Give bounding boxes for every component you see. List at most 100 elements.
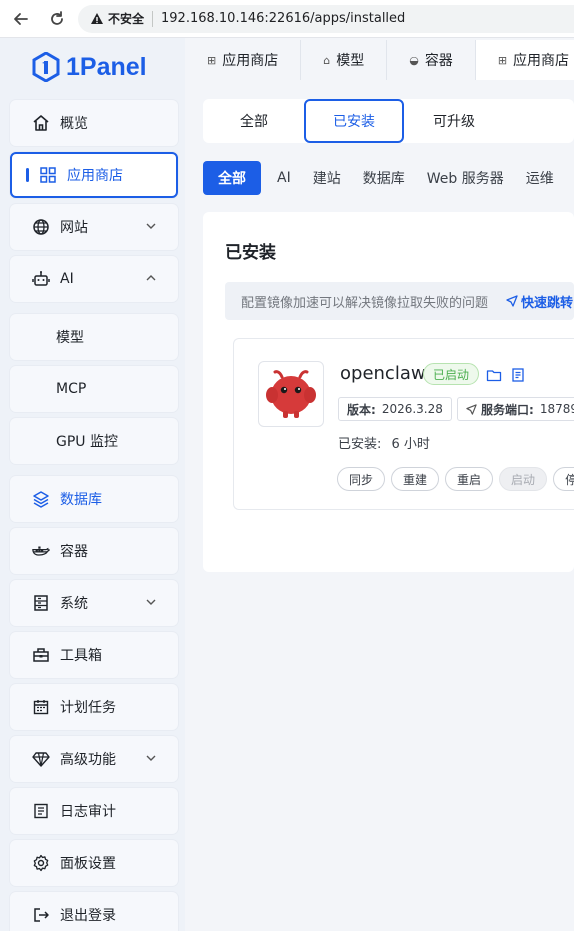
active-indicator bbox=[26, 168, 29, 182]
mirror-tip: 配置镜像加速可以解决镜像拉取失败的问题 快速跳转 bbox=[225, 282, 574, 320]
sidebar-item-label: 高级功能 bbox=[60, 752, 116, 768]
gear-icon bbox=[32, 854, 50, 872]
tab-label: 容器 bbox=[424, 53, 453, 69]
sidebar-item-model[interactable]: 模型 bbox=[10, 314, 178, 360]
folder-icon[interactable] bbox=[486, 367, 502, 383]
tip-text: 配置镜像加速可以解决镜像拉取失败的问题 bbox=[241, 295, 489, 311]
tab-label: 应用商店 bbox=[222, 53, 279, 69]
docker-icon bbox=[32, 542, 50, 560]
tab-app-store-2[interactable]: ⊞ 应用商店 bbox=[475, 40, 574, 80]
app-icon[interactable] bbox=[258, 361, 324, 427]
tip-link-label: 快速跳转 bbox=[521, 295, 574, 311]
navigate-icon bbox=[506, 295, 518, 307]
tab-label: 模型 bbox=[336, 53, 365, 69]
category-ai[interactable]: AI bbox=[277, 170, 291, 186]
logo-icon bbox=[32, 52, 60, 82]
top-tab-bar: ⊞ 应用商店 ⌂ 模型 ◒ 容器 ⊞ 应用商店 bbox=[185, 40, 574, 80]
port-tag[interactable]: 服务端口: 18789 bbox=[457, 397, 574, 421]
status-badge: 已启动 bbox=[423, 363, 480, 385]
installed-value: 6 小时 bbox=[391, 437, 430, 452]
server-icon bbox=[32, 594, 50, 612]
logo-text: 1Panel bbox=[66, 52, 147, 81]
navigate-icon bbox=[466, 403, 477, 415]
layers-icon bbox=[32, 490, 50, 508]
sidebar-item-system[interactable]: 系统 bbox=[10, 580, 178, 626]
app-actions: 同步 重建 重启 启动 停止 bbox=[337, 467, 574, 491]
sidebar-item-logs[interactable]: 日志审计 bbox=[10, 788, 178, 834]
sidebar-item-gpu-monitor[interactable]: GPU 监控 bbox=[10, 418, 178, 464]
restart-button[interactable]: 重启 bbox=[445, 467, 494, 491]
category-filter: 全部 AI 建站 数据库 Web 服务器 运维 bbox=[203, 161, 574, 195]
sidebar-item-cron-tasks[interactable]: 计划任务 bbox=[10, 684, 178, 730]
sidebar-item-label: 应用商店 bbox=[67, 168, 123, 184]
segment-upgradable[interactable]: 可升级 bbox=[403, 99, 505, 143]
segment-all[interactable]: 全部 bbox=[203, 99, 305, 143]
sidebar-item-overview[interactable]: 概览 bbox=[10, 100, 178, 146]
stop-button[interactable]: 停止 bbox=[553, 467, 574, 491]
back-icon[interactable] bbox=[10, 8, 32, 30]
category-website[interactable]: 建站 bbox=[313, 168, 341, 188]
openclaw-logo-icon bbox=[266, 370, 316, 418]
version-tag: 版本: 2026.3.28 bbox=[338, 397, 452, 421]
sidebar-item-label: 网站 bbox=[60, 220, 88, 236]
sidebar-item-label: 数据库 bbox=[60, 492, 102, 508]
sync-button[interactable]: 同步 bbox=[337, 467, 386, 491]
sidebar-item-mcp[interactable]: MCP bbox=[10, 366, 178, 412]
address-bar[interactable]: 不安全 192.168.10.146:22616/apps/installed bbox=[78, 4, 574, 33]
home-icon bbox=[32, 114, 50, 132]
sidebar-item-app-store[interactable]: 应用商店 bbox=[10, 152, 178, 198]
segment-switcher: 全部 已安装 可升级 bbox=[203, 99, 574, 143]
sidebar-item-settings[interactable]: 面板设置 bbox=[10, 840, 178, 886]
segment-installed[interactable]: 已安装 bbox=[304, 99, 404, 143]
sidebar-item-website[interactable]: 网站 bbox=[10, 204, 178, 250]
sidebar-item-toolbox[interactable]: 工具箱 bbox=[10, 632, 178, 678]
rebuild-button[interactable]: 重建 bbox=[391, 467, 440, 491]
start-button[interactable]: 启动 bbox=[499, 467, 548, 491]
reload-icon[interactable] bbox=[46, 8, 68, 30]
chevron-down-icon[interactable] bbox=[144, 751, 158, 765]
sidebar-item-advanced[interactable]: 高级功能 bbox=[10, 736, 178, 782]
installed-label: 已安装: bbox=[338, 437, 382, 452]
security-badge[interactable]: 不安全 bbox=[90, 10, 144, 27]
page-title: 已安装 bbox=[225, 243, 276, 263]
security-label: 不安全 bbox=[108, 12, 145, 26]
sidebar-item-logout[interactable]: 退出登录 bbox=[10, 892, 178, 931]
sidebar-item-label: 概览 bbox=[60, 116, 88, 132]
tab-model[interactable]: ⌂ 模型 bbox=[301, 40, 388, 80]
sidebar-item-container[interactable]: 容器 bbox=[10, 528, 178, 574]
sidebar-item-label: 容器 bbox=[60, 544, 88, 560]
sidebar-item-label: GPU 监控 bbox=[56, 434, 118, 450]
quick-jump-link[interactable]: 快速跳转 bbox=[506, 292, 573, 311]
sidebar-item-label: 工具箱 bbox=[60, 648, 102, 664]
sidebar-item-ai[interactable]: AI bbox=[10, 256, 178, 302]
grid-icon: ⊞ bbox=[207, 53, 217, 67]
chevron-up-icon[interactable] bbox=[144, 271, 158, 285]
logo[interactable]: 1Panel bbox=[32, 52, 147, 82]
address-divider bbox=[152, 10, 154, 27]
sidebar-item-label: AI bbox=[60, 271, 74, 287]
toolbox-icon bbox=[32, 646, 50, 664]
category-web-server[interactable]: Web 服务器 bbox=[427, 168, 504, 188]
sidebar-item-label: 日志审计 bbox=[60, 804, 116, 820]
category-database[interactable]: 数据库 bbox=[363, 168, 405, 188]
category-all[interactable]: 全部 bbox=[203, 161, 261, 195]
document-icon[interactable] bbox=[510, 367, 526, 383]
sidebar-item-label: 模型 bbox=[56, 330, 84, 346]
calendar-icon bbox=[32, 698, 50, 716]
sidebar-item-label: 面板设置 bbox=[60, 856, 116, 872]
tab-app-store[interactable]: ⊞ 应用商店 bbox=[185, 40, 302, 80]
chevron-down-icon[interactable] bbox=[144, 595, 158, 609]
segment-label: 全部 bbox=[240, 114, 268, 130]
tab-container[interactable]: ◒ 容器 bbox=[387, 40, 476, 80]
docker-icon: ◒ bbox=[409, 53, 419, 67]
globe-icon bbox=[32, 218, 50, 236]
category-ops[interactable]: 运维 bbox=[526, 168, 554, 188]
port-label: 服务端口: bbox=[481, 402, 534, 417]
segment-label: 可升级 bbox=[433, 114, 475, 130]
robot-icon bbox=[32, 270, 50, 288]
grid-icon bbox=[39, 166, 57, 184]
app-card: openclaw 已启动 版本: 2026.3.28 服务端口: 18789 已… bbox=[233, 338, 574, 510]
grid-icon: ⊞ bbox=[497, 53, 508, 67]
chevron-down-icon[interactable] bbox=[144, 219, 158, 233]
sidebar-item-database[interactable]: 数据库 bbox=[10, 476, 178, 522]
